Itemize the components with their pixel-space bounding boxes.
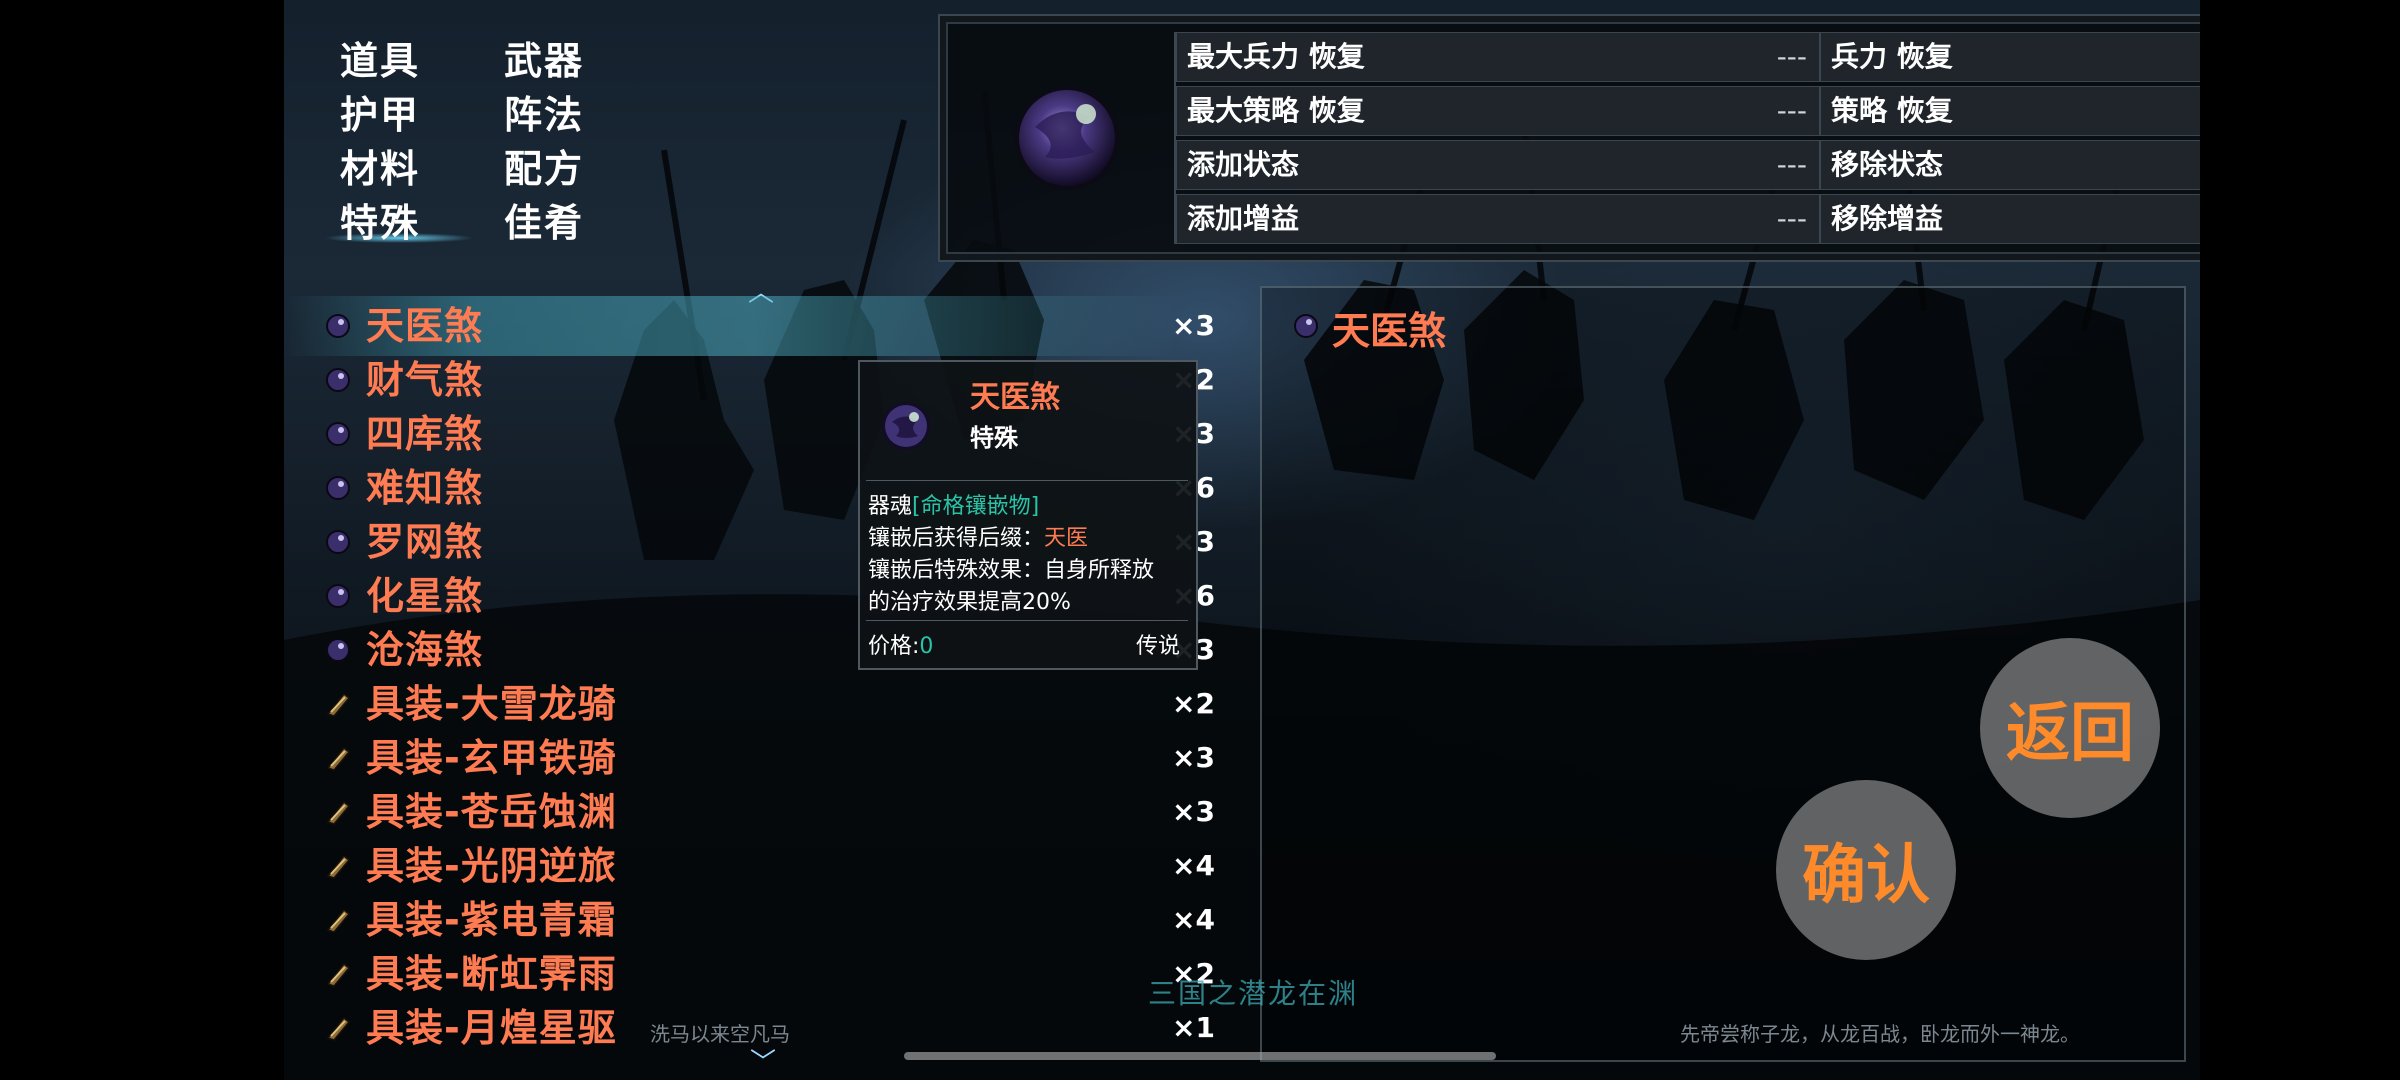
back-button[interactable]: 返回 [1980, 638, 2160, 818]
tooltip-effect-line-2: 的治疗效果提高20% [868, 590, 1071, 615]
divider [866, 620, 1188, 621]
item-quantity: ×2 [1172, 687, 1215, 720]
stat-remove-buff: 移除增益 --- [1820, 194, 2200, 244]
stat-add-status: 添加状态 --- [1176, 140, 1820, 190]
item-quantity: ×3 [1172, 309, 1215, 342]
tooltip-type: 特殊 [970, 424, 1018, 452]
item-name: 具装-月煌星驱 [366, 1006, 617, 1050]
list-item[interactable]: 具装-断虹霁雨 ×2 [284, 948, 1224, 1000]
purple-orb-icon [326, 530, 350, 554]
stat-add-buff: 添加增益 --- [1176, 194, 1820, 244]
divider [866, 480, 1188, 481]
item-name: 四库煞 [366, 412, 484, 456]
category-cuisine[interactable]: 佳肴 [504, 192, 584, 247]
tooltip-rarity: 传说 [1136, 634, 1181, 659]
armor-scroll-icon [326, 1016, 351, 1041]
purple-orb-icon [326, 584, 350, 608]
category-materials[interactable]: 材料 [340, 138, 420, 193]
detail-item-name: 天医煞 [1332, 309, 1447, 353]
item-tooltip-popup: 天医煞 特殊 器魂[命格镶嵌物] 镶嵌后获得后缀：天医 镶嵌后特殊效果：自身所释… [858, 360, 1198, 670]
confirm-button[interactable]: 确认 [1776, 780, 1956, 960]
stat-label: 添加增益 [1187, 202, 1300, 235]
flavor-text-right: 先帝尝称子龙，从龙百战，卧龙而外一神龙。 [1680, 1022, 2080, 1046]
tooltip-effect-line-1: 镶嵌后特殊效果：自身所释放 [868, 558, 1155, 583]
item-name: 具装-断虹霁雨 [366, 952, 617, 996]
purple-orb-icon [326, 638, 350, 662]
game-screen: 道具 武器 护甲 阵法 材料 配方 特殊 佳肴 最大兵力 恢复 --- 兵力 恢… [284, 0, 2200, 1080]
purple-orb-icon [326, 314, 350, 338]
armor-scroll-icon [326, 854, 351, 879]
armor-scroll-icon [326, 962, 351, 987]
item-name: 具装-光阴逆旅 [366, 844, 617, 888]
item-name: 具装-玄甲铁骑 [366, 736, 617, 780]
stat-label: 移除增益 [1831, 202, 1944, 235]
stat-remove-status: 移除状态 --- [1820, 140, 2200, 190]
stat-value: --- [1776, 148, 1807, 181]
item-quantity: ×4 [1172, 849, 1215, 882]
item-name: 沧海煞 [366, 628, 484, 672]
category-recipes[interactable]: 配方 [504, 138, 584, 193]
item-quantity: ×3 [1172, 795, 1215, 828]
stat-max-troops-recovery: 最大兵力 恢复 --- [1176, 32, 1820, 82]
purple-orb-icon [326, 368, 350, 392]
purple-orb-icon [326, 422, 350, 446]
item-name: 罗网煞 [366, 520, 484, 564]
horizontal-scrollbar[interactable] [904, 1052, 1496, 1060]
stat-label: 兵力 恢复 [1831, 40, 1953, 73]
purple-orb-icon [1015, 86, 1119, 190]
tooltip-suffix-line: 镶嵌后获得后缀：天医 [868, 520, 1088, 552]
list-item[interactable]: 具装-光阴逆旅 ×4 [284, 840, 1224, 892]
list-item[interactable]: 具装-大雪龙骑 ×2 [284, 678, 1224, 730]
item-name: 难知煞 [366, 466, 484, 510]
category-formation[interactable]: 阵法 [504, 84, 584, 139]
list-item[interactable]: 具装-苍岳蚀渊 ×3 [284, 786, 1224, 838]
tooltip-category-prefix: 器魂 [868, 494, 913, 519]
stat-label: 最大策略 恢复 [1187, 94, 1365, 127]
stat-value: --- [1776, 40, 1807, 73]
purple-orb-icon [1294, 314, 1318, 338]
stat-label: 最大兵力 恢复 [1187, 40, 1365, 73]
category-items[interactable]: 道具 [340, 30, 420, 85]
stat-label: 添加状态 [1187, 148, 1300, 181]
stat-label: 策略 恢复 [1831, 94, 1953, 127]
item-quantity: ×3 [1172, 741, 1215, 774]
stat-max-strategy-recovery: 最大策略 恢复 --- [1176, 86, 1820, 136]
tooltip-price-value: 0 [919, 634, 934, 659]
item-name: 天医煞 [366, 304, 484, 348]
item-name: 化星煞 [366, 574, 484, 618]
category-special[interactable]: 特殊 [340, 192, 420, 247]
game-title-watermark: 三国之潜龙在渊 [1148, 977, 1359, 1010]
purple-orb-icon [326, 476, 350, 500]
scroll-down-icon[interactable]: ﹀ [750, 1042, 776, 1079]
tooltip-price-label: 价格: [868, 634, 920, 659]
tooltip-suffix-value: 天医 [1044, 526, 1089, 551]
tooltip-title: 天医煞 [970, 380, 1060, 415]
tooltip-category-tag: [命格镶嵌物] [912, 494, 1040, 519]
tooltip-price: 价格:0 [868, 628, 933, 660]
item-name: 具装-大雪龙骑 [366, 682, 617, 726]
tooltip-suffix-prefix: 镶嵌后获得后缀： [868, 526, 1045, 551]
selected-item-icon-box [960, 32, 1176, 244]
tooltip-category-line: 器魂[命格镶嵌物] [868, 488, 1039, 520]
armor-scroll-icon [326, 746, 351, 771]
item-name: 具装-苍岳蚀渊 [366, 790, 617, 834]
purple-orb-icon [882, 402, 930, 450]
list-item[interactable]: 天医煞 ×3 [284, 296, 1224, 356]
item-stats-panel: 最大兵力 恢复 --- 兵力 恢复 --- 最大策略 恢复 --- 策略 恢复 … [938, 14, 2200, 262]
armor-scroll-icon [326, 908, 351, 933]
armor-scroll-icon [326, 800, 351, 825]
item-quantity: ×4 [1172, 903, 1215, 936]
stat-troops-recovery: 兵力 恢复 --- [1820, 32, 2200, 82]
armor-scroll-icon [326, 692, 351, 717]
stat-label: 移除状态 [1831, 148, 1944, 181]
list-item[interactable]: 具装-紫电青霜 ×4 [284, 894, 1224, 946]
stat-value: --- [1776, 94, 1807, 127]
item-name: 具装-紫电青霜 [366, 898, 617, 942]
category-weapons[interactable]: 武器 [504, 30, 584, 85]
item-name: 财气煞 [366, 358, 484, 402]
stat-strategy-recovery: 策略 恢复 --- [1820, 86, 2200, 136]
list-item[interactable]: 具装-玄甲铁骑 ×3 [284, 732, 1224, 784]
stat-value: --- [1776, 202, 1807, 235]
category-armor[interactable]: 护甲 [340, 84, 420, 139]
